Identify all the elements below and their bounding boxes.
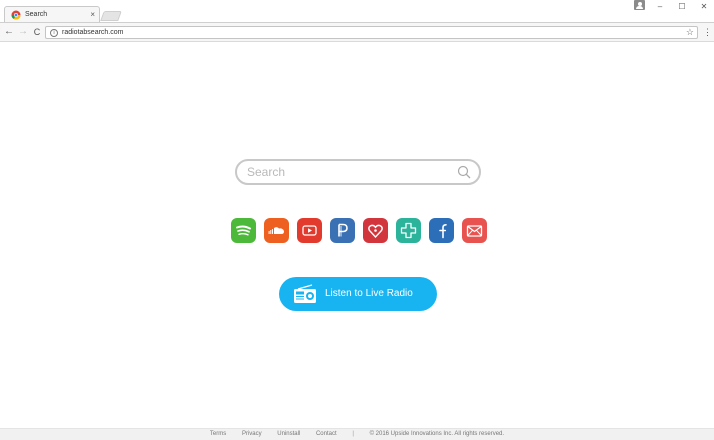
- email-button[interactable]: [462, 218, 487, 243]
- forward-button[interactable]: →: [17, 26, 29, 38]
- iheartradio-icon: [368, 224, 383, 239]
- pandora-button[interactable]: [330, 218, 355, 243]
- tunein-button[interactable]: [396, 218, 421, 243]
- tab-strip: Search × – ☐ ✕: [0, 0, 714, 23]
- browser-menu-icon[interactable]: ⋮: [703, 26, 712, 38]
- soundcloud-icon: [268, 227, 284, 234]
- page-content: Listen to Live Radio: [0, 42, 714, 428]
- close-window-button[interactable]: ✕: [698, 0, 710, 14]
- url-text[interactable]: radiotabsearch.com: [62, 28, 123, 38]
- facebook-button[interactable]: [429, 218, 454, 243]
- search-box: [235, 159, 481, 185]
- listen-live-radio-label: Listen to Live Radio: [325, 288, 413, 299]
- footer-privacy-link[interactable]: Privacy: [242, 431, 262, 437]
- footer-terms-link[interactable]: Terms: [210, 431, 226, 437]
- listen-live-radio-button[interactable]: Listen to Live Radio: [279, 277, 437, 311]
- minimize-button[interactable]: –: [654, 0, 666, 14]
- address-bar[interactable]: i radiotabsearch.com ☆: [45, 26, 698, 39]
- email-icon: [466, 225, 483, 237]
- soundcloud-button[interactable]: [264, 218, 289, 243]
- pandora-icon: [338, 223, 348, 237]
- iheartradio-button[interactable]: [363, 218, 388, 243]
- spotify-icon: [236, 225, 251, 236]
- bookmark-star-icon[interactable]: ☆: [686, 27, 694, 38]
- new-tab-button[interactable]: [100, 11, 122, 21]
- youtube-button[interactable]: [297, 218, 322, 243]
- site-info-icon[interactable]: i: [50, 29, 58, 37]
- tab-title: Search: [25, 11, 48, 18]
- footer-contact-link[interactable]: Contact: [316, 431, 337, 437]
- footer-links: Terms Privacy Uninstall Contact | © 2016…: [0, 429, 714, 440]
- radio-icon: [294, 284, 316, 303]
- tab-close-icon[interactable]: ×: [90, 9, 95, 20]
- footer-copyright: © 2016 Upside Innovations Inc. All right…: [369, 431, 505, 437]
- browser-window: Search × – ☐ ✕ ← → C i radiotabsearch.co…: [0, 0, 714, 440]
- user-profile-icon[interactable]: [634, 0, 645, 10]
- footer-separator: |: [352, 431, 354, 437]
- back-button[interactable]: ←: [3, 26, 15, 38]
- youtube-icon: [302, 225, 317, 236]
- tunein-icon: [400, 222, 417, 239]
- browser-toolbar: ← → C i radiotabsearch.com ☆ ⋮: [0, 22, 714, 42]
- spotify-button[interactable]: [231, 218, 256, 243]
- reload-button[interactable]: C: [31, 26, 43, 38]
- footer: Terms Privacy Uninstall Contact | © 2016…: [0, 428, 714, 440]
- tab-search[interactable]: Search ×: [4, 6, 100, 23]
- search-icon[interactable]: [457, 165, 471, 179]
- music-services: [231, 218, 487, 244]
- facebook-icon: [439, 224, 447, 239]
- footer-uninstall-link[interactable]: Uninstall: [277, 431, 300, 437]
- chrome-favicon-icon: [11, 10, 21, 20]
- maximize-button[interactable]: ☐: [676, 0, 688, 14]
- search-input[interactable]: [247, 164, 447, 180]
